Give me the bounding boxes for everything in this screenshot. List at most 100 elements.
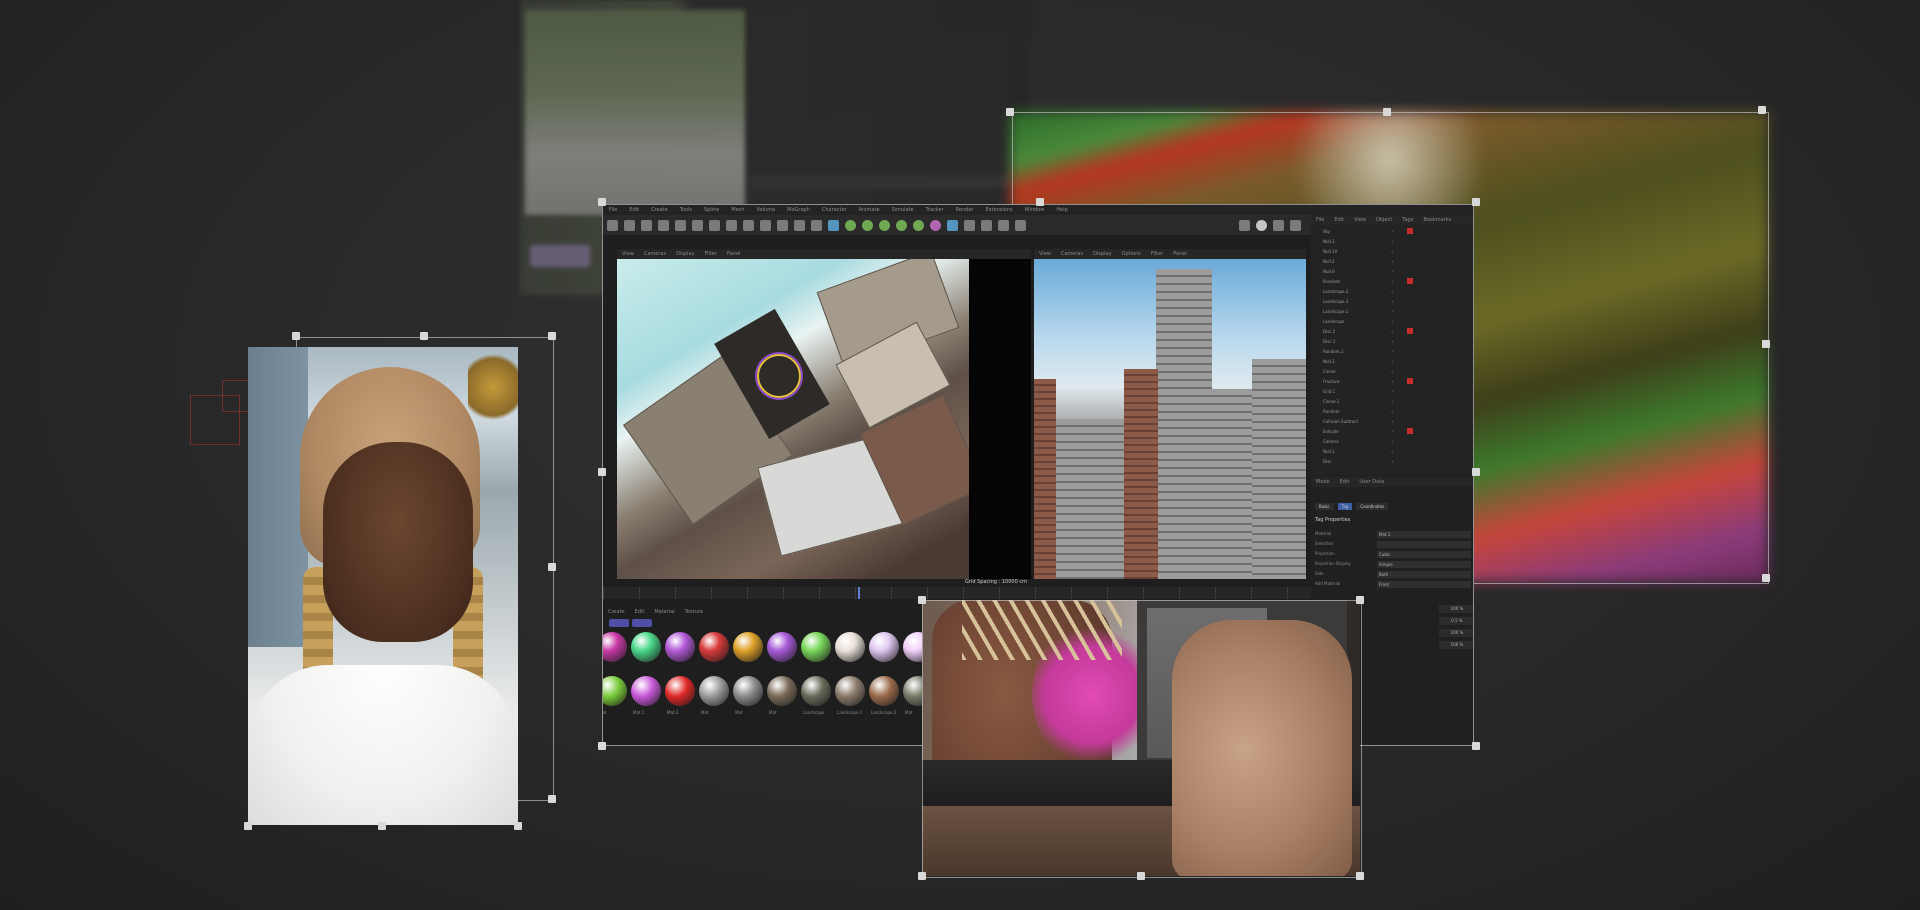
resize-handle[interactable] xyxy=(548,795,556,803)
material-swatch[interactable] xyxy=(665,676,695,706)
resize-handle[interactable] xyxy=(598,198,606,206)
enabled-check-icon[interactable]: ✓ xyxy=(1391,327,1394,336)
object-row[interactable]: Landscape ✓ xyxy=(1311,317,1473,326)
object-row[interactable]: Null.10 ✓ xyxy=(1311,247,1473,256)
attribute-value-field[interactable]: Mat.1 xyxy=(1377,531,1471,538)
resize-handle[interactable] xyxy=(1758,106,1766,114)
resize-handle[interactable] xyxy=(918,596,926,604)
camera-target-gizmo[interactable] xyxy=(757,354,801,398)
enabled-check-icon[interactable]: ✓ xyxy=(1391,307,1394,316)
y-axis-icon[interactable] xyxy=(726,219,737,231)
viewport-menu-item[interactable]: Cameras xyxy=(644,251,666,257)
grid-icon[interactable] xyxy=(981,219,992,231)
object-row[interactable]: Sky ✓ xyxy=(1311,227,1473,236)
resize-handle[interactable] xyxy=(918,872,926,880)
enabled-check-icon[interactable]: ✓ xyxy=(1391,427,1394,436)
material-menu-item[interactable]: Texture xyxy=(685,609,703,615)
enabled-check-icon[interactable]: ✓ xyxy=(1391,387,1394,396)
material-swatch[interactable] xyxy=(869,632,899,662)
enabled-check-icon[interactable]: ✓ xyxy=(1391,457,1394,466)
enabled-check-icon[interactable]: ✓ xyxy=(1391,297,1394,306)
enabled-check-icon[interactable]: ✓ xyxy=(1391,277,1394,286)
material-swatch[interactable] xyxy=(835,632,865,662)
resize-handle[interactable] xyxy=(1472,198,1480,206)
menu-item[interactable]: Edit xyxy=(629,207,639,213)
resize-handle[interactable] xyxy=(378,822,386,830)
enabled-check-icon[interactable]: ✓ xyxy=(1391,337,1394,346)
material-tag-icon[interactable] xyxy=(1407,228,1413,234)
menu-item[interactable]: Tools xyxy=(680,207,692,213)
viewport-menu-item[interactable]: View xyxy=(622,251,634,257)
enabled-check-icon[interactable]: ✓ xyxy=(1391,347,1394,356)
attributes-menu-item[interactable]: Mode xyxy=(1316,479,1330,485)
resize-handle[interactable] xyxy=(514,822,522,830)
enabled-check-icon[interactable]: ✓ xyxy=(1391,247,1394,256)
selfie-photo[interactable] xyxy=(248,347,518,825)
menu-item[interactable]: Volume xyxy=(757,207,776,213)
material-swatch[interactable] xyxy=(603,632,627,662)
percent-field[interactable]: 100 % xyxy=(1439,629,1473,637)
resize-handle[interactable] xyxy=(292,332,300,340)
field-icon[interactable] xyxy=(913,219,924,231)
enabled-check-icon[interactable]: ✓ xyxy=(1391,237,1394,246)
object-row[interactable]: Null.2 ✓ xyxy=(1311,257,1473,266)
viewport-menu-item[interactable]: Filter xyxy=(1151,251,1163,257)
resize-handle[interactable] xyxy=(1036,198,1044,206)
material-tag-icon[interactable] xyxy=(1407,328,1413,334)
object-row[interactable]: Collision Subtract ✓ xyxy=(1311,417,1473,426)
viewport-menu-item[interactable]: Display xyxy=(1093,251,1111,257)
material-swatch[interactable] xyxy=(631,632,661,662)
attribute-value-field[interactable]: Both xyxy=(1377,571,1471,578)
attributes-tab[interactable]: Coordinates xyxy=(1356,503,1389,510)
x-axis-icon[interactable] xyxy=(709,219,720,231)
menu-item[interactable]: Window xyxy=(1025,207,1045,213)
move-icon[interactable] xyxy=(658,219,669,231)
resize-handle[interactable] xyxy=(1472,468,1480,476)
object-manager-menu-item[interactable]: Tags xyxy=(1402,217,1413,223)
pen-icon[interactable] xyxy=(845,219,856,231)
render-view-icon[interactable] xyxy=(777,219,788,231)
material-swatch[interactable] xyxy=(869,676,899,706)
rotate-icon[interactable] xyxy=(675,219,686,231)
material-tag-icon[interactable] xyxy=(1407,428,1413,434)
object-manager-menu-item[interactable]: View xyxy=(1354,217,1366,223)
enabled-check-icon[interactable]: ✓ xyxy=(1391,357,1394,366)
enabled-check-icon[interactable]: ✓ xyxy=(1391,257,1394,266)
material-menu-item[interactable]: Material xyxy=(654,609,674,615)
menu-item[interactable]: Mesh xyxy=(731,207,744,213)
character-icon[interactable] xyxy=(1273,219,1284,231)
enabled-check-icon[interactable]: ✓ xyxy=(1391,267,1394,276)
object-manager-menu-item[interactable]: Edit xyxy=(1334,217,1344,223)
sphere-shape-icon[interactable] xyxy=(1256,219,1267,231)
object-row[interactable]: Landscape.1 ✓ xyxy=(1311,307,1473,316)
object-row[interactable]: Camera ✓ xyxy=(1311,437,1473,446)
object-row[interactable]: Landscape.3 ✓ xyxy=(1311,297,1473,306)
attribute-value-field[interactable]: Cubic xyxy=(1377,551,1471,558)
resize-handle[interactable] xyxy=(1137,872,1145,880)
resize-handle[interactable] xyxy=(244,822,252,830)
object-row[interactable]: Disc.1 ✓ xyxy=(1311,337,1473,346)
enabled-check-icon[interactable]: ✓ xyxy=(1391,287,1394,296)
resize-handle[interactable] xyxy=(598,742,606,750)
percent-field[interactable]: 0.5 % xyxy=(1439,617,1473,625)
menu-item[interactable]: Extensions xyxy=(985,207,1012,213)
viewport-menu-item[interactable]: Options xyxy=(1122,251,1141,257)
object-row[interactable]: Brackets ✓ xyxy=(1311,277,1473,286)
attribute-value-field[interactable]: Simple xyxy=(1377,561,1471,568)
render-picture-icon[interactable] xyxy=(794,219,805,231)
select-icon[interactable] xyxy=(641,219,652,231)
object-row[interactable]: Null.3 ✓ xyxy=(1311,357,1473,366)
object-row[interactable]: Null.6 ✓ xyxy=(1311,267,1473,276)
object-row[interactable]: Null.3 ✓ xyxy=(1311,237,1473,246)
cube-icon[interactable] xyxy=(828,219,839,231)
coord-icon[interactable] xyxy=(760,219,771,231)
attributes-menu-item[interactable]: Edit xyxy=(1340,479,1350,485)
light-icon[interactable] xyxy=(964,219,975,231)
camera-icon[interactable] xyxy=(947,219,958,231)
undo-icon[interactable] xyxy=(607,219,618,231)
menu-item[interactable]: Tracker xyxy=(926,207,944,213)
render-settings-icon[interactable] xyxy=(811,219,822,231)
viewport-menu-item[interactable]: Panel xyxy=(1173,251,1187,257)
object-manager-menu-item[interactable]: File xyxy=(1316,217,1324,223)
enabled-check-icon[interactable]: ✓ xyxy=(1391,397,1394,406)
